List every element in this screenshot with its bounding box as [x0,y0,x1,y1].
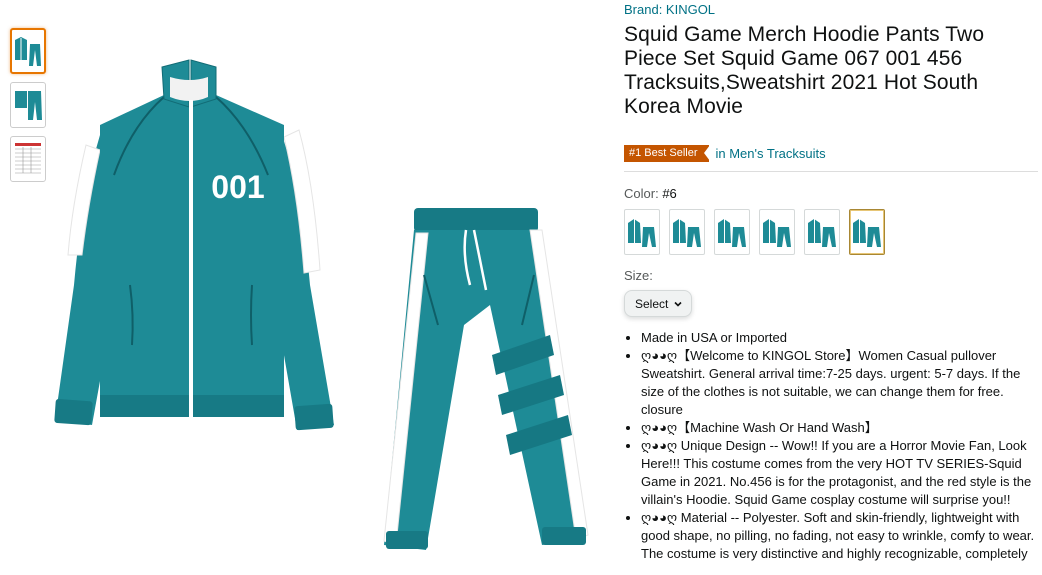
tracksuit-swatch-icon [808,219,836,247]
color-label-row: Color: #6 [624,186,1038,201]
tracksuit-swatch-icon [853,219,881,247]
chevron-down-icon [674,301,682,307]
main-product-image[interactable]: 001 [52,55,592,570]
color-swatch-list [624,209,1038,255]
section-divider [624,171,1038,172]
jacket-number: 001 [211,169,264,205]
color-value: #6 [662,186,677,201]
color-swatch-selected[interactable] [849,209,885,255]
tracksuit-thumb-icon [15,91,42,120]
thumbnail-size-chart[interactable] [10,136,46,182]
color-swatch[interactable] [804,209,840,255]
feature-bullet: Made in USA or Imported [641,329,1038,347]
color-swatch[interactable] [714,209,750,255]
tracksuit-swatch-icon [718,219,746,247]
product-details: Brand: KINGOL Squid Game Merch Hoodie Pa… [624,0,1038,563]
image-thumbnail-list [10,28,48,190]
feature-bullet: ღ◕◕ღ【Machine Wash Or Hand Wash】 [641,419,1038,437]
size-chart-icon [15,143,41,174]
color-label: Color: [624,186,659,201]
thumbnail-tracksuit-2[interactable] [10,82,46,128]
jacket-illustration [54,59,334,431]
feature-bullet: ღ◕◕ღ【Welcome to KINGOL Store】Women Casua… [641,347,1038,419]
best-seller-category-link[interactable]: in Men's Tracksuits [715,146,825,161]
feature-bullet: ღ◕◕ღ Unique Design -- Wow!! If you are a… [641,437,1038,509]
size-select-label: Select [635,296,669,311]
tracksuit-swatch-icon [673,219,701,247]
tracksuit-swatch-icon [628,219,656,247]
size-select-dropdown[interactable]: Select [624,290,693,317]
pants-illustration [383,208,589,550]
color-swatch[interactable] [759,209,795,255]
color-swatch[interactable] [624,209,660,255]
tracksuit-thumb-icon [15,37,41,66]
color-swatch[interactable] [669,209,705,255]
best-seller-row: #1 Best Seller in Men's Tracksuits [624,143,1038,163]
size-label: Size: [624,268,653,283]
best-seller-badge[interactable]: #1 Best Seller [624,144,711,162]
thumbnail-tracksuit-1[interactable] [10,28,46,74]
product-title: Squid Game Merch Hoodie Pants Two Piece … [624,23,985,118]
feature-bullet: ღ◕◕ღ Material -- Polyester. Soft and ski… [641,509,1038,563]
feature-bullets: Made in USA or Imported ღ◕◕ღ【Welcome to … [624,329,1038,563]
tracksuit-swatch-icon [763,219,791,247]
brand-link[interactable]: Brand: KINGOL [624,2,1038,18]
